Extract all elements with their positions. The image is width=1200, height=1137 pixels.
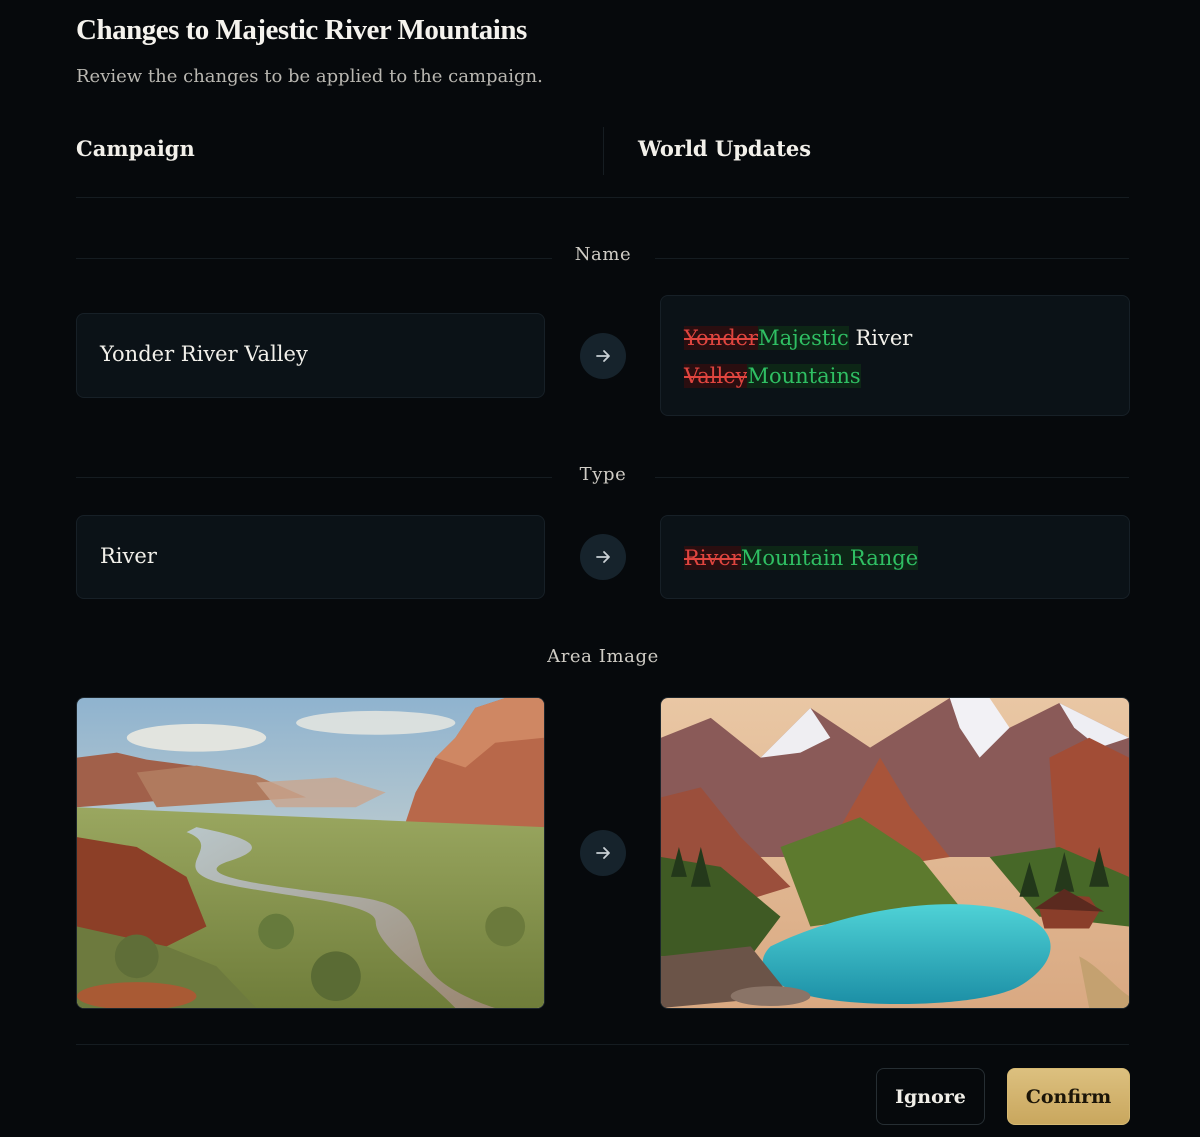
- diff-unchanged: River: [848, 326, 913, 350]
- review-changes-dialog: Changes to Majestic River Mountains Revi…: [0, 0, 1200, 1137]
- column-divider: [603, 127, 604, 175]
- mountain-range-image: [661, 698, 1129, 1008]
- apply-type-arrow-button[interactable]: [580, 534, 626, 580]
- section-divider-right: [655, 477, 1129, 478]
- diff-deleted: Valley: [684, 364, 748, 388]
- arrow-right-icon: [596, 350, 610, 362]
- section-divider-left: [76, 258, 552, 259]
- section-divider-right: [655, 258, 1129, 259]
- diff-inserted: Mountains: [747, 364, 861, 388]
- world-name-diff-field: YonderMajestic River ValleyMountains: [660, 295, 1130, 416]
- diff-deleted: River: [684, 546, 741, 570]
- confirm-button[interactable]: Confirm: [1007, 1068, 1130, 1125]
- world-type-diff-field: RiverMountain Range: [660, 515, 1130, 599]
- area-image-section-label: Area Image: [547, 646, 659, 667]
- ignore-button[interactable]: Ignore: [876, 1068, 985, 1125]
- campaign-area-image: [76, 697, 545, 1009]
- footer-divider: [76, 1044, 1129, 1045]
- header-divider: [76, 197, 1129, 198]
- diff-deleted: Yonder: [684, 326, 759, 350]
- arrow-right-icon: [596, 551, 610, 563]
- diff-inserted: Majestic: [758, 326, 849, 350]
- river-valley-image: [77, 698, 544, 1008]
- campaign-column-header: Campaign: [76, 136, 195, 161]
- world-area-image: [660, 697, 1130, 1009]
- campaign-name-field: Yonder River Valley: [76, 313, 545, 398]
- world-updates-column-header: World Updates: [638, 136, 812, 161]
- dialog-subtitle: Review the changes to be applied to the …: [76, 66, 543, 87]
- section-divider-left: [76, 477, 552, 478]
- dialog-title: Changes to Majestic River Mountains: [76, 14, 527, 46]
- name-section-label: Name: [574, 244, 632, 265]
- type-section-label: Type: [579, 464, 627, 485]
- campaign-name-value: Yonder River Valley: [100, 342, 308, 366]
- arrow-right-icon: [596, 847, 610, 859]
- name-diff-text: YonderMajestic River ValleyMountains: [684, 319, 1106, 395]
- diff-inserted: Mountain Range: [740, 546, 919, 570]
- apply-image-arrow-button[interactable]: [580, 830, 626, 876]
- apply-name-arrow-button[interactable]: [580, 333, 626, 379]
- campaign-type-field: River: [76, 515, 545, 599]
- type-diff-text: RiverMountain Range: [684, 539, 1106, 577]
- campaign-type-value: River: [100, 544, 157, 568]
